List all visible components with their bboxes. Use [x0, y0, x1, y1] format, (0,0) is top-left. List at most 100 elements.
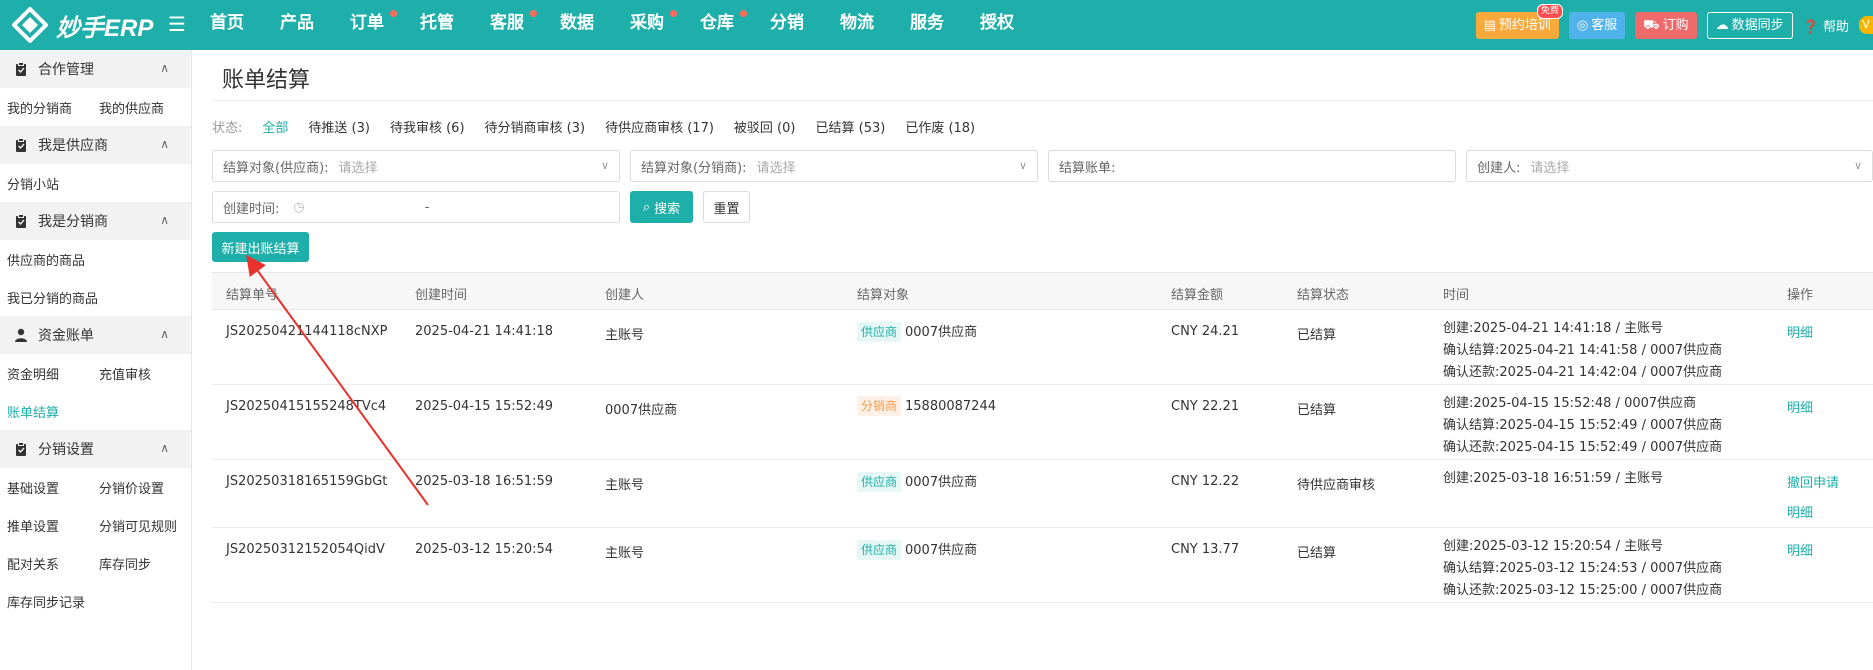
table-body: JS20250421144118cNXP 2025-04-21 14:41:18 主…: [212, 310, 1873, 603]
sidebar-item[interactable]: 库存同步: [99, 554, 191, 573]
menu-toggle-icon[interactable]: ☰: [168, 12, 186, 36]
logo[interactable]: 妙手ERP: [12, 7, 153, 43]
nav-item[interactable]: 客服: [490, 0, 560, 50]
settlement-amount: CNY 12.22: [1171, 474, 1240, 489]
sidebar-item[interactable]: 配对关系: [7, 554, 99, 573]
sidebar-group[interactable]: 分销设置 ∧: [0, 430, 191, 468]
reset-button[interactable]: 重置: [703, 191, 750, 223]
status-tab[interactable]: 已作废 (18): [905, 117, 975, 136]
time-log-entry: 创建:2025-04-21 14:41:18 / 主账号: [1443, 321, 1664, 336]
status-label: 状态:: [212, 120, 243, 136]
sidebar-group[interactable]: 我是供应商 ∧: [0, 126, 191, 164]
sidebar-item[interactable]: 我的分销商: [7, 98, 99, 117]
sidebar-group[interactable]: 合作管理 ∧: [0, 50, 191, 88]
sidebar-group-title: 分销设置: [38, 442, 94, 458]
distributor-select-label: 结算对象(分销商):: [641, 160, 747, 176]
status-tab[interactable]: 全部: [262, 117, 288, 136]
sidebar-row: 资金明细 充值审核: [0, 354, 191, 392]
column-header: 结算状态: [1297, 288, 1350, 303]
nav-item[interactable]: 产品: [280, 0, 350, 50]
status-tab[interactable]: 待分销商审核 (3): [485, 117, 586, 136]
bill-input[interactable]: 结算账单:: [1048, 150, 1456, 182]
sidebar-item[interactable]: 账单结算: [7, 402, 99, 421]
withdraw-link[interactable]: 撤回申请: [1787, 473, 1839, 495]
time-log-entry: 确认结算:2025-03-12 15:24:53 / 0007供应商: [1443, 561, 1723, 576]
created-time: 2025-04-21 14:41:18: [415, 324, 554, 339]
clipboard-icon: [14, 214, 28, 228]
status-tab[interactable]: 已结算 (53): [815, 117, 885, 136]
distributor-select[interactable]: 结算对象(分销商): 请选择 ∨: [630, 150, 1038, 182]
sidebar-group[interactable]: 资金账单 ∧: [0, 316, 191, 354]
nav-item[interactable]: 授权: [980, 0, 1050, 50]
nav-item[interactable]: 数据: [560, 0, 630, 50]
chevron-down-icon: ∨: [1853, 159, 1862, 172]
new-settlement-button[interactable]: 新建出账结算: [212, 232, 309, 262]
sidebar-item[interactable]: 分销价设置: [99, 478, 191, 497]
detail-link[interactable]: 明细: [1787, 323, 1813, 345]
nav-item[interactable]: 订单: [350, 0, 420, 50]
nav-item[interactable]: 仓库: [700, 0, 770, 50]
chevron-down-icon: ∨: [600, 159, 609, 172]
clock-icon: ◷: [293, 199, 305, 215]
column-header: 结算金额: [1171, 288, 1224, 303]
main-nav: 首页 产品 订单 托管 客服 数据 采购 仓库 分销 物流 服务 授权: [210, 0, 1050, 50]
user-icon: [14, 328, 28, 342]
chevron-down-icon: ∨: [1018, 159, 1027, 172]
detail-link[interactable]: 明细: [1787, 398, 1813, 420]
sidebar-group[interactable]: 我是分销商 ∧: [0, 202, 191, 240]
nav-item[interactable]: 托管: [420, 0, 490, 50]
training-button[interactable]: ▤ 预约培训 免费: [1475, 3, 1563, 39]
target-type-tag: 供应商: [857, 540, 902, 560]
column-header: 创建人: [605, 288, 645, 303]
customer-service-button[interactable]: ◎ 客服: [1568, 11, 1626, 39]
time-log: 创建:2025-03-12 15:20:54 / 主账号 确认结算:2025-03…: [1443, 539, 1722, 602]
order-button[interactable]: ⛟ 订购: [1635, 11, 1697, 39]
sidebar-item[interactable]: 分销小站: [7, 174, 99, 193]
settlement-amount: CNY 13.77: [1171, 542, 1240, 557]
nav-item[interactable]: 分销: [770, 0, 840, 50]
data-sync-button[interactable]: ☁ 数据同步: [1706, 11, 1793, 39]
search-button[interactable]: ⌕ 搜索: [630, 191, 693, 223]
status-tab[interactable]: 待我审核 (6): [390, 117, 465, 136]
detail-link[interactable]: 明细: [1787, 541, 1813, 563]
chevron-up-icon: ∧: [160, 137, 169, 151]
chevron-up-icon: ∧: [160, 61, 169, 75]
table-row: JS20250318165159GbGt 2025-03-18 16:51:59 主…: [212, 460, 1873, 528]
time-log: 创建:2025-04-15 15:52:48 / 0007供应商 确认结算:202…: [1443, 396, 1722, 459]
sidebar-item[interactable]: 推单设置: [7, 516, 99, 535]
time-log-entry: 确认结算:2025-04-15 15:52:49 / 0007供应商: [1443, 418, 1723, 433]
settlement-id: JS20250421144118cNXP: [226, 324, 388, 339]
settlement-id: JS20250415155248TVc4: [226, 399, 387, 414]
nav-item[interactable]: 服务: [910, 0, 980, 50]
sidebar-item[interactable]: 我的供应商: [99, 98, 191, 117]
sidebar-row: 推单设置 分销可见规则: [0, 506, 191, 544]
target-type-tag: 分销商: [857, 396, 902, 416]
created-time-range[interactable]: 创建时间: ◷ -: [212, 191, 620, 223]
sidebar-item[interactable]: 库存同步记录: [7, 592, 99, 611]
logo-text: 妙手ERP: [56, 14, 154, 42]
avatar[interactable]: V: [1859, 16, 1873, 34]
nav-item[interactable]: 采购: [630, 0, 700, 50]
creator-select[interactable]: 创建人: 请选择 ∨: [1466, 150, 1873, 182]
help-button[interactable]: ❓ 帮助: [1803, 16, 1849, 35]
time-log: 创建:2025-03-18 16:51:59 / 主账号: [1443, 471, 1663, 490]
sidebar-item[interactable]: 资金明细: [7, 364, 99, 383]
column-header: 结算单号: [226, 288, 279, 303]
search-icon: ⌕: [642, 199, 651, 215]
sidebar-item[interactable]: 分销可见规则: [99, 516, 191, 535]
sidebar-item[interactable]: 供应商的商品: [7, 250, 99, 269]
status-tab[interactable]: 被驳回 (0): [734, 117, 796, 136]
supplier-select[interactable]: 结算对象(供应商): 请选择 ∨: [212, 150, 620, 182]
sidebar-item[interactable]: 充值审核: [99, 364, 191, 383]
sidebar-item[interactable]: 我已分销的商品: [7, 288, 99, 307]
detail-link[interactable]: 明细: [1787, 503, 1839, 525]
settlement-target: 供应商 0007供应商: [857, 471, 977, 492]
nav-item[interactable]: 首页: [210, 0, 280, 50]
sidebar-item[interactable]: 基础设置: [7, 478, 99, 497]
settlement-status: 已结算: [1297, 546, 1337, 561]
status-tab[interactable]: 待供应商审核 (17): [605, 117, 714, 136]
help-label: 帮助: [1822, 19, 1849, 35]
table-row: JS20250415155248TVc4 2025-04-15 15:52:49 0…: [212, 385, 1873, 460]
status-tab[interactable]: 待推送 (3): [308, 117, 370, 136]
nav-item[interactable]: 物流: [840, 0, 910, 50]
